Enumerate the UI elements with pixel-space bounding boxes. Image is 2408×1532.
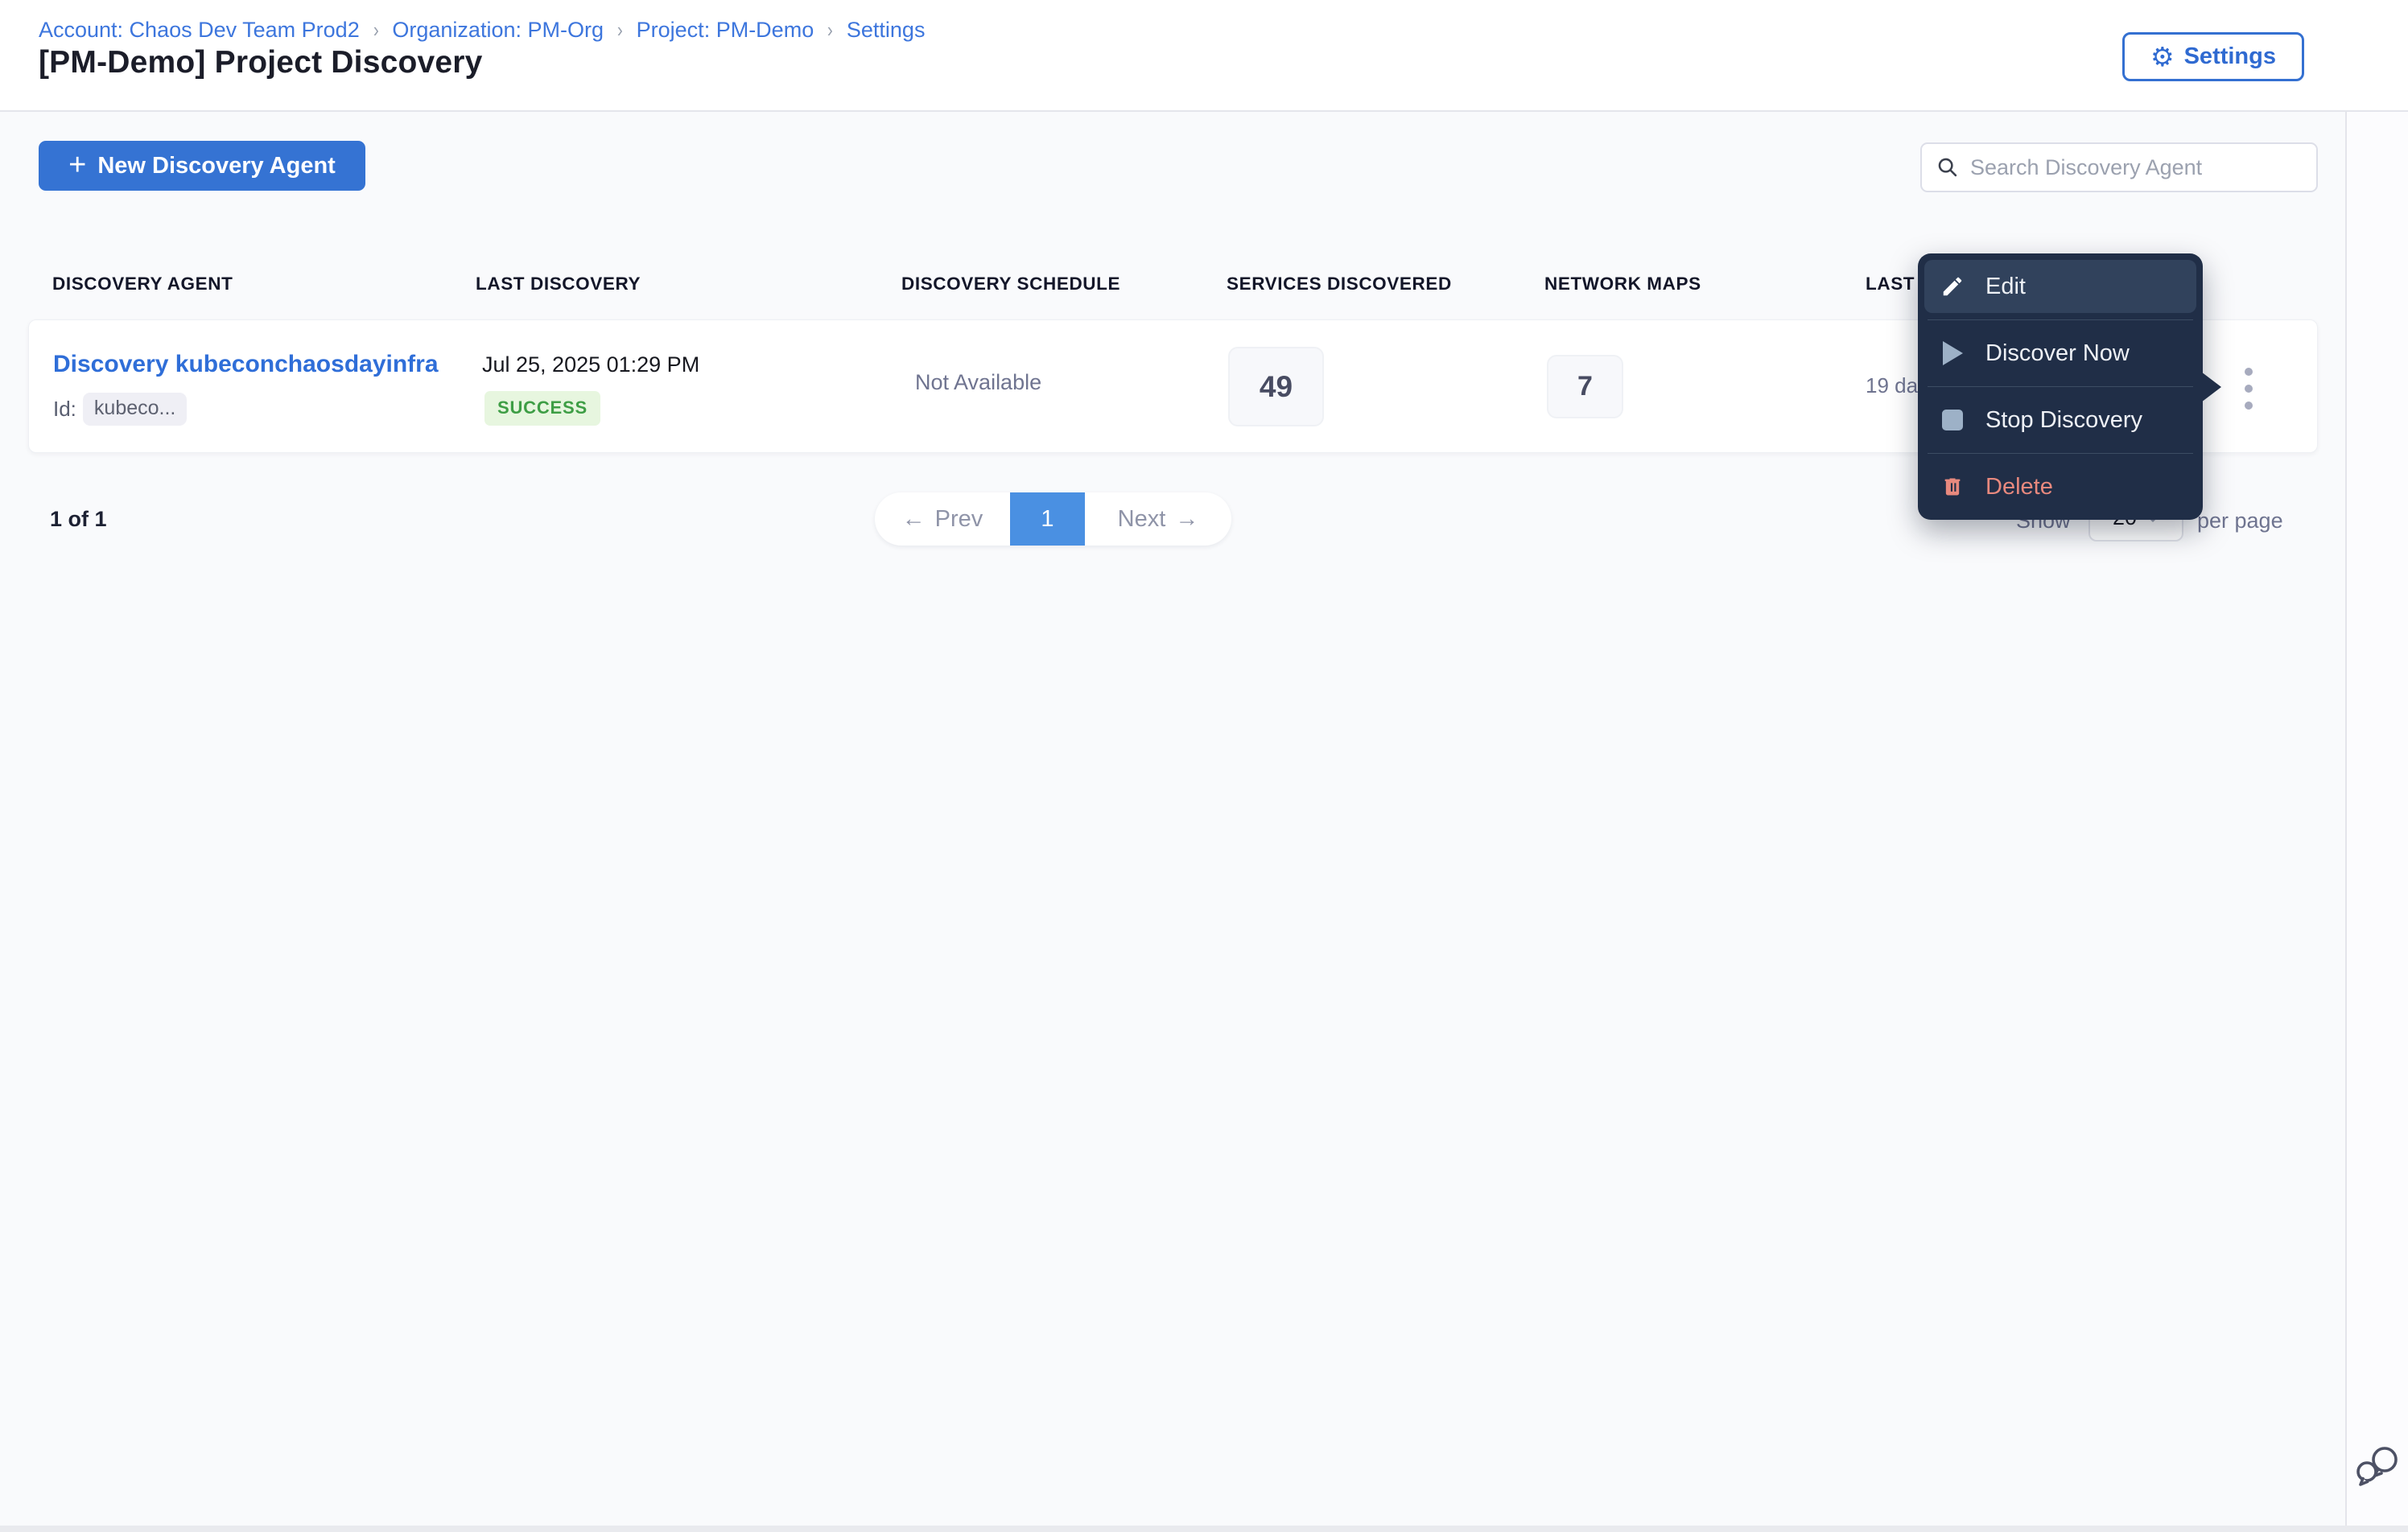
breadcrumb-link-account[interactable]: Account: Chaos Dev Team Prod2 [39, 18, 360, 43]
column-header-network-maps: NETWORK MAPS [1544, 274, 1701, 294]
menu-pointer-arrow [2201, 372, 2221, 402]
menu-item-delete[interactable]: Delete [1924, 460, 2196, 513]
network-maps-count: 7 [1547, 355, 1623, 418]
menu-divider [1928, 386, 2193, 387]
pencil-icon [1939, 274, 1966, 299]
search-icon [1938, 158, 1957, 177]
search-input[interactable] [1970, 154, 2302, 180]
kebab-icon [2245, 368, 2253, 410]
next-label: Next [1117, 505, 1166, 532]
menu-item-delete-label: Delete [1985, 473, 2053, 500]
menu-divider [1928, 319, 2193, 320]
breadcrumb-separator: › [616, 18, 623, 42]
agent-id: Id: kubeco... [53, 393, 188, 426]
breadcrumb-separator: › [827, 18, 834, 42]
discovery-schedule-value: Not Available [915, 370, 1042, 394]
new-discovery-agent-button[interactable]: + New Discovery Agent [39, 141, 365, 191]
help-button[interactable] [2353, 1443, 2403, 1490]
agent-name-link[interactable]: Discovery kubeconchaosdayinfra [53, 351, 439, 378]
per-page-label: per page [2197, 509, 2283, 533]
plus-icon: + [68, 147, 87, 182]
status-badge: SUCCESS [484, 391, 600, 426]
window-bottom-edge [0, 1526, 2408, 1532]
agent-id-value: kubeco... [82, 393, 188, 426]
row-actions-menu: Edit Discover Now Stop Discovery Delete [1918, 253, 2203, 520]
settings-button[interactable]: ⚙ Settings [2122, 32, 2304, 81]
breadcrumb-link-organization[interactable]: Organization: PM-Org [392, 18, 604, 43]
left-arrow-icon: ← [901, 505, 926, 532]
next-page-button[interactable]: Next → [1085, 492, 1231, 546]
stop-icon [1939, 410, 1966, 430]
current-page-button[interactable]: 1 [1010, 492, 1085, 546]
project-discovery-page: Account: Chaos Dev Team Prod2 › Organiza… [0, 0, 2408, 1532]
services-discovered-count: 49 [1228, 347, 1324, 426]
chat-bubbles-icon [2356, 1447, 2398, 1486]
pagination-summary: 1 of 1 [50, 507, 107, 531]
breadcrumb: Account: Chaos Dev Team Prod2 › Organiza… [39, 18, 925, 43]
menu-item-discover-now[interactable]: Discover Now [1924, 327, 2196, 380]
column-header-services-discovered: SERVICES DISCOVERED [1227, 274, 1452, 294]
last-discovery-date: Jul 25, 2025 01:29 PM [482, 352, 700, 377]
menu-item-edit[interactable]: Edit [1924, 260, 2196, 313]
column-header-last: LAST [1866, 274, 1915, 294]
right-panel-divider [2345, 0, 2347, 1532]
menu-item-stop-discovery[interactable]: Stop Discovery [1924, 393, 2196, 447]
right-arrow-icon: → [1175, 505, 1199, 532]
breadcrumb-separator: › [373, 18, 379, 42]
menu-divider [1928, 453, 2193, 454]
breadcrumb-link-settings[interactable]: Settings [847, 18, 926, 43]
column-header-last-discovery: LAST DISCOVERY [476, 274, 641, 294]
play-icon [1939, 341, 1966, 365]
pagination: ← Prev 1 Next → [875, 492, 1231, 546]
menu-item-edit-label: Edit [1985, 273, 2026, 299]
prev-page-button[interactable]: ← Prev [875, 492, 1010, 546]
right-gutter [2347, 0, 2408, 1532]
column-header-discovery-schedule: DISCOVERY SCHEDULE [901, 274, 1121, 294]
column-header-discovery-agent: DISCOVERY AGENT [52, 274, 233, 294]
trash-icon [1939, 475, 1966, 499]
menu-item-discover-now-label: Discover Now [1985, 340, 2130, 366]
page-title: [PM-Demo] Project Discovery [39, 45, 483, 80]
settings-button-label: Settings [2183, 43, 2276, 69]
agent-id-label: Id: [53, 397, 76, 421]
gear-icon: ⚙ [2150, 42, 2175, 72]
search-box [1920, 142, 2318, 192]
new-discovery-agent-label: New Discovery Agent [97, 152, 336, 179]
breadcrumb-link-project[interactable]: Project: PM-Demo [637, 18, 814, 43]
menu-item-stop-discovery-label: Stop Discovery [1985, 406, 2143, 433]
page-header: Account: Chaos Dev Team Prod2 › Organiza… [0, 0, 2408, 112]
prev-label: Prev [934, 505, 983, 532]
